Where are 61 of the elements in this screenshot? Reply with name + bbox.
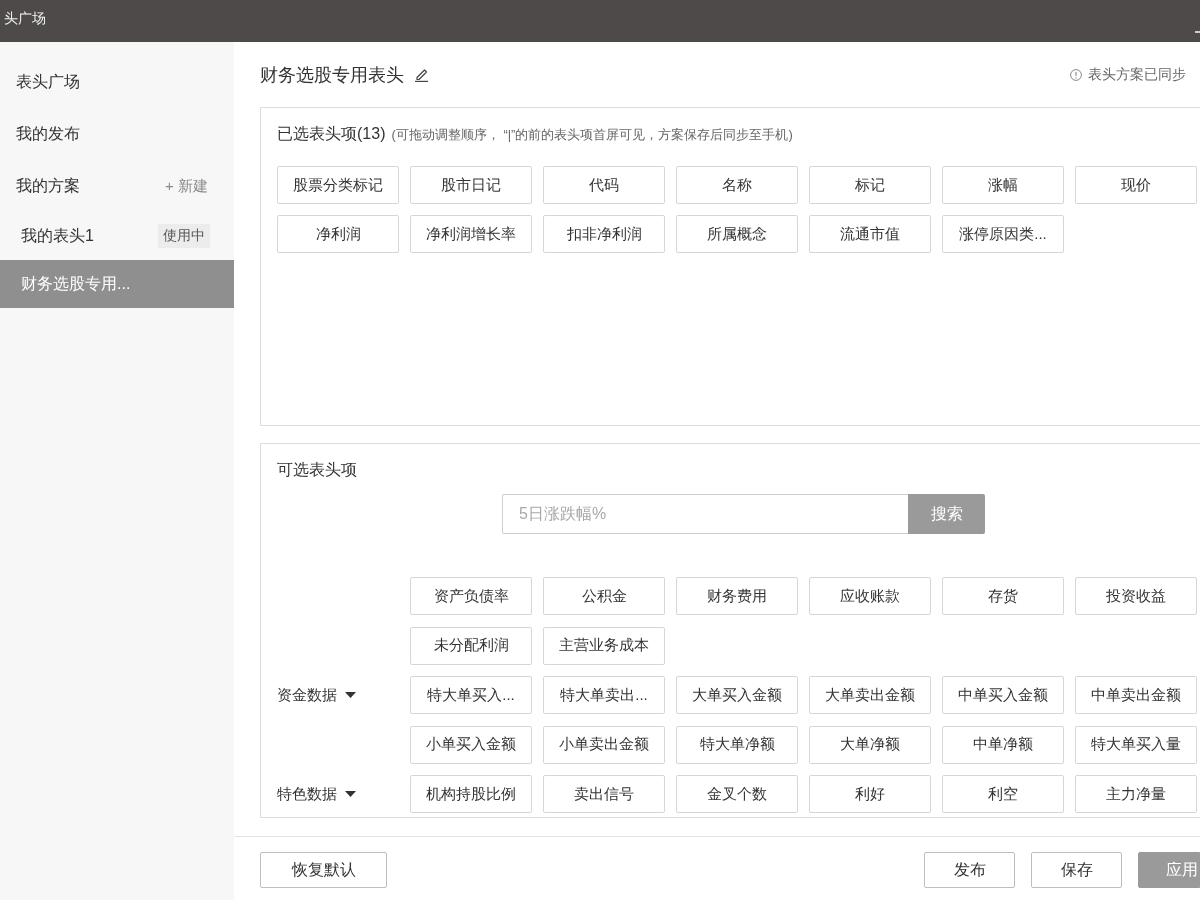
search-field[interactable]: 5日涨跌幅%: [502, 494, 908, 534]
sync-notice: 表头方案已同步: [1088, 65, 1186, 84]
column-chip[interactable]: 资产负债率: [410, 577, 532, 615]
column-chip[interactable]: 金叉个数: [676, 775, 798, 813]
column-chip[interactable]: 流通市值: [809, 215, 931, 253]
column-chip[interactable]: 机构持股比例: [410, 775, 532, 813]
column-chip[interactable]: 名称: [676, 166, 798, 204]
column-chip[interactable]: 小单买入金额: [410, 725, 532, 764]
footer-button[interactable]: 发布: [924, 852, 1015, 888]
column-chip[interactable]: 标记: [809, 166, 931, 204]
sidebar-item[interactable]: 我的表头1 使用中: [0, 212, 234, 260]
panel-hint: (可拖动调整顺序， “|”的前的表头项首屏可见，方案保存后同步至手机): [391, 126, 793, 144]
column-chip[interactable]: 大单买入金额: [676, 676, 798, 714]
column-chip[interactable]: 特大单买入...: [410, 676, 532, 714]
column-chip[interactable]: 公积金: [543, 577, 665, 615]
panel-title: 可选表头项: [277, 460, 357, 480]
column-chip[interactable]: 财务费用: [676, 577, 798, 615]
panel-title: 已选表头项(13): [277, 124, 386, 144]
column-chip[interactable]: 卖出信号: [543, 775, 665, 813]
column-chip[interactable]: 存货: [942, 577, 1064, 615]
column-chip[interactable]: 涨停原因类...: [942, 215, 1064, 253]
column-chip[interactable]: 小单卖出金额: [543, 725, 665, 764]
column-chip[interactable]: 中单买入金额: [942, 676, 1064, 714]
info-icon: [1070, 68, 1082, 81]
footer-button[interactable]: 恢复默认: [260, 852, 387, 888]
group-label: 资金数据: [277, 685, 337, 705]
column-chip[interactable]: 股市日记: [410, 166, 532, 204]
in-use-badge: 使用中: [158, 224, 210, 248]
column-chip[interactable]: 净利润: [277, 215, 399, 253]
column-chip[interactable]: 投资收益: [1075, 577, 1197, 615]
caret-down-icon: [345, 791, 356, 797]
pencil-icon[interactable]: [414, 67, 429, 82]
column-chip[interactable]: 股票分类标记: [277, 166, 399, 204]
column-chip[interactable]: 所属概念: [676, 215, 798, 253]
group-label: 特色数据: [277, 784, 337, 804]
column-chip[interactable]: 特大单净额: [676, 725, 798, 764]
column-chip[interactable]: 利好: [809, 775, 931, 813]
column-chip[interactable]: 中单净额: [942, 725, 1064, 764]
window-title: 头广场: [3, 10, 46, 28]
column-chip[interactable]: 特大单买入量: [1075, 725, 1197, 764]
footer-button[interactable]: 保存: [1031, 852, 1122, 888]
minimize-icon: [1195, 31, 1200, 33]
column-chip[interactable]: 利空: [942, 775, 1064, 813]
column-chip[interactable]: 主力净量: [1075, 775, 1197, 813]
column-chip[interactable]: 未分配利润: [410, 626, 532, 665]
sidebar-item[interactable]: 表头广场: [0, 56, 234, 108]
column-chip[interactable]: 主营业务成本: [543, 626, 665, 665]
column-chip[interactable]: 扣非净利润: [543, 215, 665, 253]
sidebar-item[interactable]: 我的方案 + 新建: [0, 160, 234, 212]
column-chip[interactable]: 净利润增长率: [410, 215, 532, 253]
caret-down-icon: [345, 692, 356, 698]
column-chip[interactable]: 代码: [543, 166, 665, 204]
column-chip[interactable]: 大单卖出金额: [809, 676, 931, 714]
sidebar-item[interactable]: 我的发布: [0, 108, 234, 160]
page-title: 财务选股专用表头: [260, 63, 404, 87]
column-chip[interactable]: 特大单卖出...: [543, 676, 665, 714]
column-chip[interactable]: 应收账款: [809, 577, 931, 615]
column-chip[interactable]: 大单净额: [809, 725, 931, 764]
column-chip[interactable]: 中单卖出金额: [1075, 676, 1197, 714]
column-chip[interactable]: 涨幅: [942, 166, 1064, 204]
column-chip[interactable]: 现价: [1075, 166, 1197, 204]
